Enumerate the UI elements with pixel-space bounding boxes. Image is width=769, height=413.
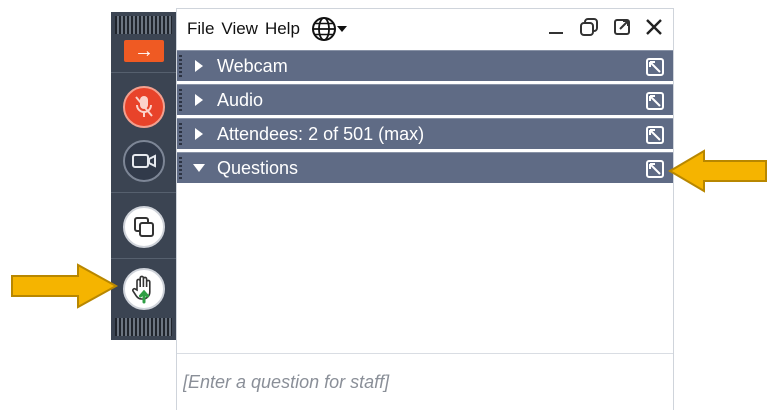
popout-icon[interactable] [645,91,665,116]
globe-icon [311,17,336,41]
raise-hand-button[interactable] [123,268,165,310]
toolbar-divider [111,192,176,193]
drag-handle[interactable] [179,89,182,111]
screen-share-icon [134,217,154,237]
annotation-arrow-left-icon [668,149,767,193]
minimize-icon[interactable] [547,18,565,36]
toolbar-grip-top[interactable] [115,16,172,34]
close-icon[interactable] [645,18,663,36]
control-panel: File View Help Webcam Audio Attendees: 2… [176,8,674,411]
menu-view[interactable]: View [221,19,258,39]
popout-icon[interactable] [645,57,665,82]
annotation-arrow-right-icon [11,263,119,309]
toolbar-divider [111,72,176,73]
section-attendees[interactable]: Attendees: 2 of 501 (max) [177,118,673,149]
section-audio[interactable]: Audio [177,84,673,115]
expand-arrow-icon [191,94,207,106]
question-input-area [177,353,673,411]
expand-arrow-icon [191,60,207,72]
section-label: Questions [217,157,299,178]
chevron-down-icon [336,26,347,32]
menu-help[interactable]: Help [265,19,300,39]
window-controls [547,17,663,37]
raise-hand-icon [132,275,151,304]
camera-icon [132,154,156,168]
popout-icon[interactable] [645,159,665,184]
camera-toggle-button[interactable] [123,140,165,182]
collapse-arrow-icon [191,163,207,173]
popout-icon[interactable] [645,125,665,150]
menu-file[interactable]: File [187,19,214,39]
expand-arrow-icon [191,128,207,140]
popout-icon[interactable] [613,18,631,36]
question-input[interactable] [183,362,663,402]
mic-muted-icon [135,96,153,117]
toolbar-divider [111,258,176,259]
drag-handle[interactable] [179,55,182,77]
language-menu[interactable] [311,16,347,42]
menu-bar: File View Help [177,9,673,49]
restore-icon[interactable] [579,17,599,37]
collapse-panel-button[interactable]: → [124,40,164,62]
screen-share-button[interactable] [123,206,165,248]
section-label: Webcam [217,55,288,76]
arrow-right-icon: → [134,40,154,62]
mic-toggle-button[interactable] [123,86,165,128]
section-label: Attendees: 2 of 501 (max) [217,123,425,144]
section-questions[interactable]: Questions [177,152,673,183]
drag-handle[interactable] [179,123,182,145]
questions-log [177,184,673,352]
drag-handle[interactable] [179,157,182,179]
section-label: Audio [217,89,264,110]
toolbar-grip-bottom[interactable] [115,318,172,336]
section-webcam[interactable]: Webcam [177,50,673,81]
